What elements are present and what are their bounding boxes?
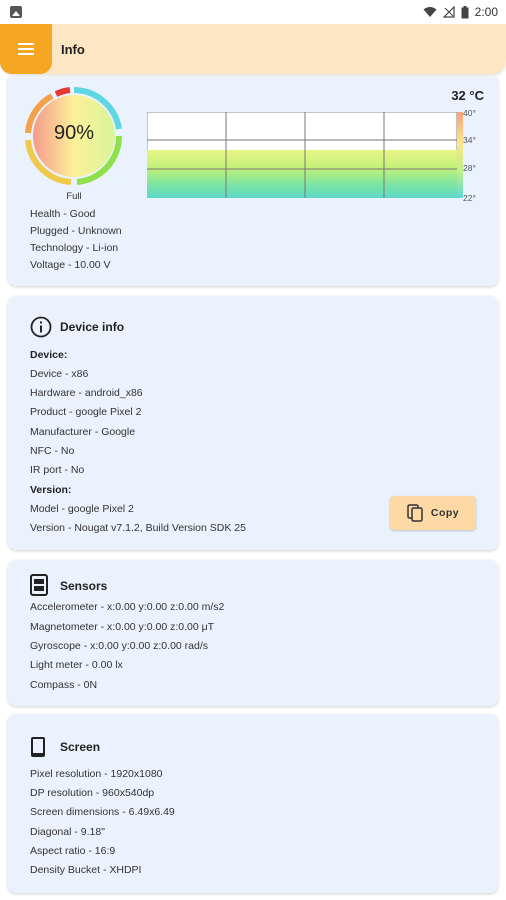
app-bar: Info [0, 24, 506, 74]
copy-icon [407, 504, 423, 522]
temp-tick: 28° [463, 163, 476, 173]
device-line: Product - google Pixel 2 [30, 406, 142, 418]
device-line: NFC - No [30, 445, 75, 457]
image-icon [10, 6, 22, 18]
copy-button-label: Copy [430, 507, 460, 519]
version-header: Version: [30, 484, 72, 496]
sensor-icon [30, 574, 48, 596]
battery-plugged: Plugged - Unknown [30, 225, 122, 237]
info-icon [30, 316, 52, 338]
menu-button[interactable] [0, 24, 52, 74]
temperature-scale-bar [457, 112, 463, 198]
screen-line: Aspect ratio - 16:9 [30, 845, 116, 857]
temp-tick: 40° [463, 108, 476, 118]
device-line: Manufacturer - Google [30, 426, 136, 438]
screen-line: Density Bucket - XHDPI [30, 864, 142, 876]
battery-technology: Technology - Li-ion [30, 242, 119, 254]
battery-card: 90% Full 32 °C 40° 34° 28° 22° Health - … [8, 78, 498, 286]
temp-tick: 22° [463, 193, 476, 203]
battery-icon [461, 5, 469, 18]
device-info-title: Device info [60, 320, 125, 334]
phone-icon [31, 737, 45, 757]
device-info-card: Device info Device: Device - x86 Hardwar… [8, 296, 498, 550]
version-line: Model - google Pixel 2 [30, 503, 134, 515]
signal-icon [442, 6, 455, 18]
battery-percentage: 90% [53, 122, 95, 144]
sensor-line: Magnetometer - x:0.00 y:0.00 z:0.00 μT [30, 621, 215, 633]
battery-status: Full [66, 191, 82, 202]
screen-line: Diagonal - 9.18" [30, 826, 105, 838]
sensor-line: Accelerometer - x:0.00 y:0.00 z:0.00 m/s… [30, 601, 225, 613]
sensor-line: Compass - 0N [30, 679, 98, 691]
version-line: Version - Nougat v7.1.2, Build Version S… [30, 522, 246, 534]
temperature-value: 32 °C [451, 88, 484, 103]
screen-line: Pixel resolution - 1920x1080 [30, 768, 163, 780]
device-line: IR port - No [30, 464, 85, 476]
sensors-title: Sensors [60, 579, 108, 593]
copy-button[interactable]: Copy [390, 496, 476, 530]
screen-title: Screen [60, 740, 101, 754]
temperature-graph [147, 112, 457, 198]
battery-health: Health - Good [30, 208, 96, 220]
temp-tick: 34° [463, 135, 476, 145]
status-time: 2:00 [474, 5, 498, 19]
screen-line: DP resolution - 960x540dp [30, 787, 155, 799]
wifi-icon [423, 7, 437, 17]
sensor-line: Gyroscope - x:0.00 y:0.00 z:0.00 rad/s [30, 640, 209, 652]
status-bar: 2:00 [0, 0, 506, 24]
device-line: Device - x86 [30, 368, 89, 380]
page-title: Info [61, 42, 85, 57]
temperature-band [147, 150, 457, 198]
device-header: Device: [30, 349, 68, 361]
screen-card: Screen Pixel resolution - 1920x1080 DP r… [8, 714, 498, 893]
sensor-line: Light meter - 0.00 lx [30, 659, 123, 671]
menu-icon [18, 43, 34, 55]
gauge-ring-red [54, 87, 71, 97]
status-icons: 2:00 [423, 4, 498, 20]
battery-voltage: Voltage - 10.00 V [30, 259, 111, 271]
device-line: Hardware - android_x86 [30, 387, 143, 399]
screen-line: Screen dimensions - 6.49x6.49 [30, 806, 175, 818]
sensors-card: Sensors Accelerometer - x:0.00 y:0.00 z:… [8, 560, 498, 706]
